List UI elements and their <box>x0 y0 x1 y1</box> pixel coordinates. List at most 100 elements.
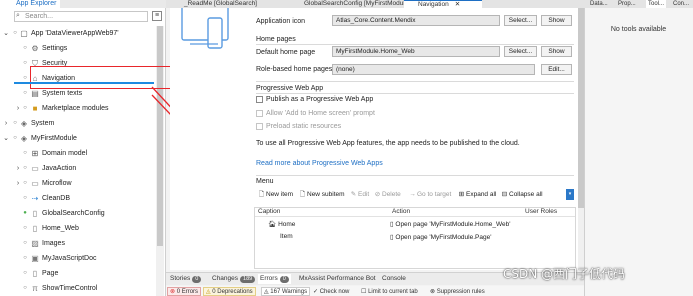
count-badge: 0 <box>279 276 289 283</box>
check-now-button[interactable]: ✓ Check now <box>310 287 352 296</box>
tree-item-system[interactable]: › ○ ◈ System <box>0 116 156 131</box>
grid-cell-action[interactable]: ▯ Open page 'MyFirstModule.Page' <box>390 233 491 241</box>
tree-item-label: CleanDB <box>42 195 71 202</box>
explorer-search-input[interactable]: Search... <box>14 11 148 22</box>
default-home-select-button[interactable]: Select... <box>504 46 537 57</box>
count-badge: 0 <box>192 276 202 283</box>
role-home-label: Role-based home pages <box>256 66 333 73</box>
pwa-preload-checkbox[interactable] <box>256 123 263 130</box>
grid-cell-action-text: Open page 'MyFirstModule.Home_Web' <box>395 221 511 228</box>
limit-to-current-tab-toggle[interactable]: ☐ Limit to current tab <box>358 287 421 296</box>
chevron-down-icon[interactable]: ⌄ <box>2 131 10 146</box>
close-icon[interactable]: ✕ <box>455 1 460 8</box>
dot-icon: ○ <box>23 60 27 66</box>
go-to-target-button[interactable]: →Go to target <box>408 190 451 200</box>
default-home-field[interactable]: MyFirstModule.Home_Web <box>332 46 500 57</box>
errors-filter-button[interactable]: ⊗ 0 Errors <box>167 287 202 296</box>
tab-globalsearchconfig[interactable]: GlobalSearchConfig [MyFirstModule] <box>290 0 410 8</box>
filter-label: 0 Errors <box>176 289 199 295</box>
pi-icon: π <box>32 284 38 293</box>
app-icon-field[interactable]: Atlas_Core.Content.Mendix <box>332 15 500 26</box>
role-home-edit-button[interactable]: Edit... <box>541 64 572 75</box>
pwa-read-more-link[interactable]: Read more about Progressive Web Apps <box>256 160 383 167</box>
default-home-show-button[interactable]: Show <box>541 46 572 57</box>
pwa-allow-checkbox[interactable] <box>256 110 263 117</box>
expand-all-button[interactable]: ⊞ Expand all <box>457 190 497 200</box>
delete-button[interactable]: ⊘ Delete <box>373 190 401 200</box>
filter-label: 0 Deprecations <box>212 289 253 295</box>
pwa-allow-label: Allow 'Add to Home screen' prompt <box>266 110 375 117</box>
chevron-down-icon[interactable]: ⌄ <box>2 26 10 41</box>
pwa-header: Progressive Web App <box>256 85 324 92</box>
tree-item-label: ShowTimeControl <box>42 285 98 292</box>
tree-item-globalsearchconfig[interactable]: ● ▯ GlobalSearchConfig <box>0 206 156 221</box>
tab-stories[interactable]: Stories 0 <box>170 274 202 284</box>
app-icon-show-button[interactable]: Show <box>541 15 572 26</box>
pwa-note: To use all Progressive Web App features,… <box>256 140 520 147</box>
chevron-right-icon[interactable]: › <box>2 116 10 131</box>
tab-toolbox[interactable]: Tool... <box>646 0 667 8</box>
toolbar-label: New item <box>266 191 294 198</box>
tree-item-images[interactable]: ○ ▨ Images <box>0 236 156 251</box>
pwa-publish-checkbox[interactable] <box>256 96 263 103</box>
chevron-right-icon[interactable]: › <box>14 176 22 191</box>
tree-item-myfirstmodule[interactable]: ⌄ ○ ◈ MyFirstModule <box>0 131 156 146</box>
new-subitem-button[interactable]: 🗋 New subitem <box>298 190 345 200</box>
tab-navigation[interactable]: Navigation ✕ <box>404 0 482 8</box>
filter-label: Limit to current tab <box>368 289 418 295</box>
tree-item-myjavascriptdoc[interactable]: ○ ▣ MyJavaScriptDoc <box>0 251 156 266</box>
deprecations-filter-button[interactable]: ◬ 0 Deprecations <box>203 287 256 296</box>
tab-readme[interactable]: _ReadMe [GlobalSearch] <box>170 0 286 8</box>
chevron-right-icon[interactable]: › <box>14 101 22 116</box>
grid-cell-action[interactable]: ▯ Open page 'MyFirstModule.Home_Web' <box>390 220 510 228</box>
folder-icon: ■ <box>32 104 38 113</box>
tab-errors[interactable]: Errors 0 <box>258 274 291 284</box>
tree-item-cleandb[interactable]: ○ ⇢ CleanDB <box>0 191 156 206</box>
tab-data[interactable]: Data... <box>590 0 608 8</box>
edit-button[interactable]: ✎ Edit <box>349 190 369 200</box>
grid-header-caption[interactable]: Caption <box>258 208 280 215</box>
page-icon: ▯ <box>32 269 38 278</box>
tree-item-label: App 'DataViewerAppWeb97' <box>31 30 119 37</box>
dot-icon: ○ <box>13 30 17 36</box>
new-item-button[interactable]: 🗋 New item <box>257 190 293 200</box>
table-row[interactable]: Item <box>280 233 293 240</box>
check-icon: ✓ <box>313 289 319 295</box>
warnings-filter-button[interactable]: ◬ 167 Warnings <box>261 287 311 296</box>
grid-cell-caption: Item <box>280 233 293 240</box>
tab-properties[interactable]: Prop... <box>618 0 636 8</box>
tree-item-page[interactable]: ○ ▯ Page <box>0 266 156 281</box>
role-home-field[interactable]: (none) <box>332 64 535 75</box>
collapse-all-button[interactable]: ⊟ Collapse all <box>500 190 543 200</box>
tree-item-marketplace-modules[interactable]: › ○ ■ Marketplace modules <box>0 101 156 116</box>
tree-item-app[interactable]: ⌄ ○ ▢ App 'DataViewerAppWeb97' <box>0 26 156 41</box>
javascript-icon: ▣ <box>31 254 39 263</box>
toolbar-label: Edit <box>358 191 370 198</box>
suppression-rules-button[interactable]: ⊗ Suppression rules <box>427 287 488 296</box>
microflow-icon: ⇢ <box>31 194 39 203</box>
chevron-right-icon[interactable]: › <box>14 161 22 176</box>
tab-connector[interactable]: Con... <box>673 0 689 8</box>
grid-header-user-roles[interactable]: User Roles <box>525 208 557 215</box>
tab-mxassist[interactable]: MxAssist Performance Bot <box>299 274 376 284</box>
tree-item-javaaction[interactable]: › ○ ▭ JavaAction <box>0 161 156 176</box>
tree-item-settings[interactable]: ○ ⚙ Settings <box>0 41 156 56</box>
tab-console[interactable]: Console <box>382 274 406 284</box>
app-icon-select-button[interactable]: Select... <box>504 15 537 26</box>
tab-changes[interactable]: Changes 189 <box>212 274 256 284</box>
toolbar-overflow-icon[interactable]: ▾ <box>566 189 574 200</box>
divider <box>256 44 574 45</box>
checkbox-icon: ☐ <box>361 289 367 295</box>
grid-header-action[interactable]: Action <box>392 208 410 215</box>
tree-item-label: Microflow <box>42 180 72 187</box>
tree-item-label: GlobalSearchConfig <box>42 210 105 217</box>
pwa-publish-label: Publish as a Progressive Web App <box>266 96 374 103</box>
filter-icon[interactable]: ≡ <box>152 11 162 21</box>
tree-item-microflow[interactable]: › ○ ▭ Microflow <box>0 176 156 191</box>
tree-item-home-web[interactable]: ○ ▯ Home_Web <box>0 221 156 236</box>
tree-item-showtimecontrol[interactable]: ○ π ShowTimeControl <box>0 281 156 296</box>
dot-icon: ○ <box>23 105 27 111</box>
tree-item-domain-model[interactable]: ○ ⊞ Domain model <box>0 146 156 161</box>
app-explorer-tab[interactable]: App Explorer <box>0 0 60 8</box>
table-row[interactable]: 🏠︎ Home <box>268 220 295 228</box>
